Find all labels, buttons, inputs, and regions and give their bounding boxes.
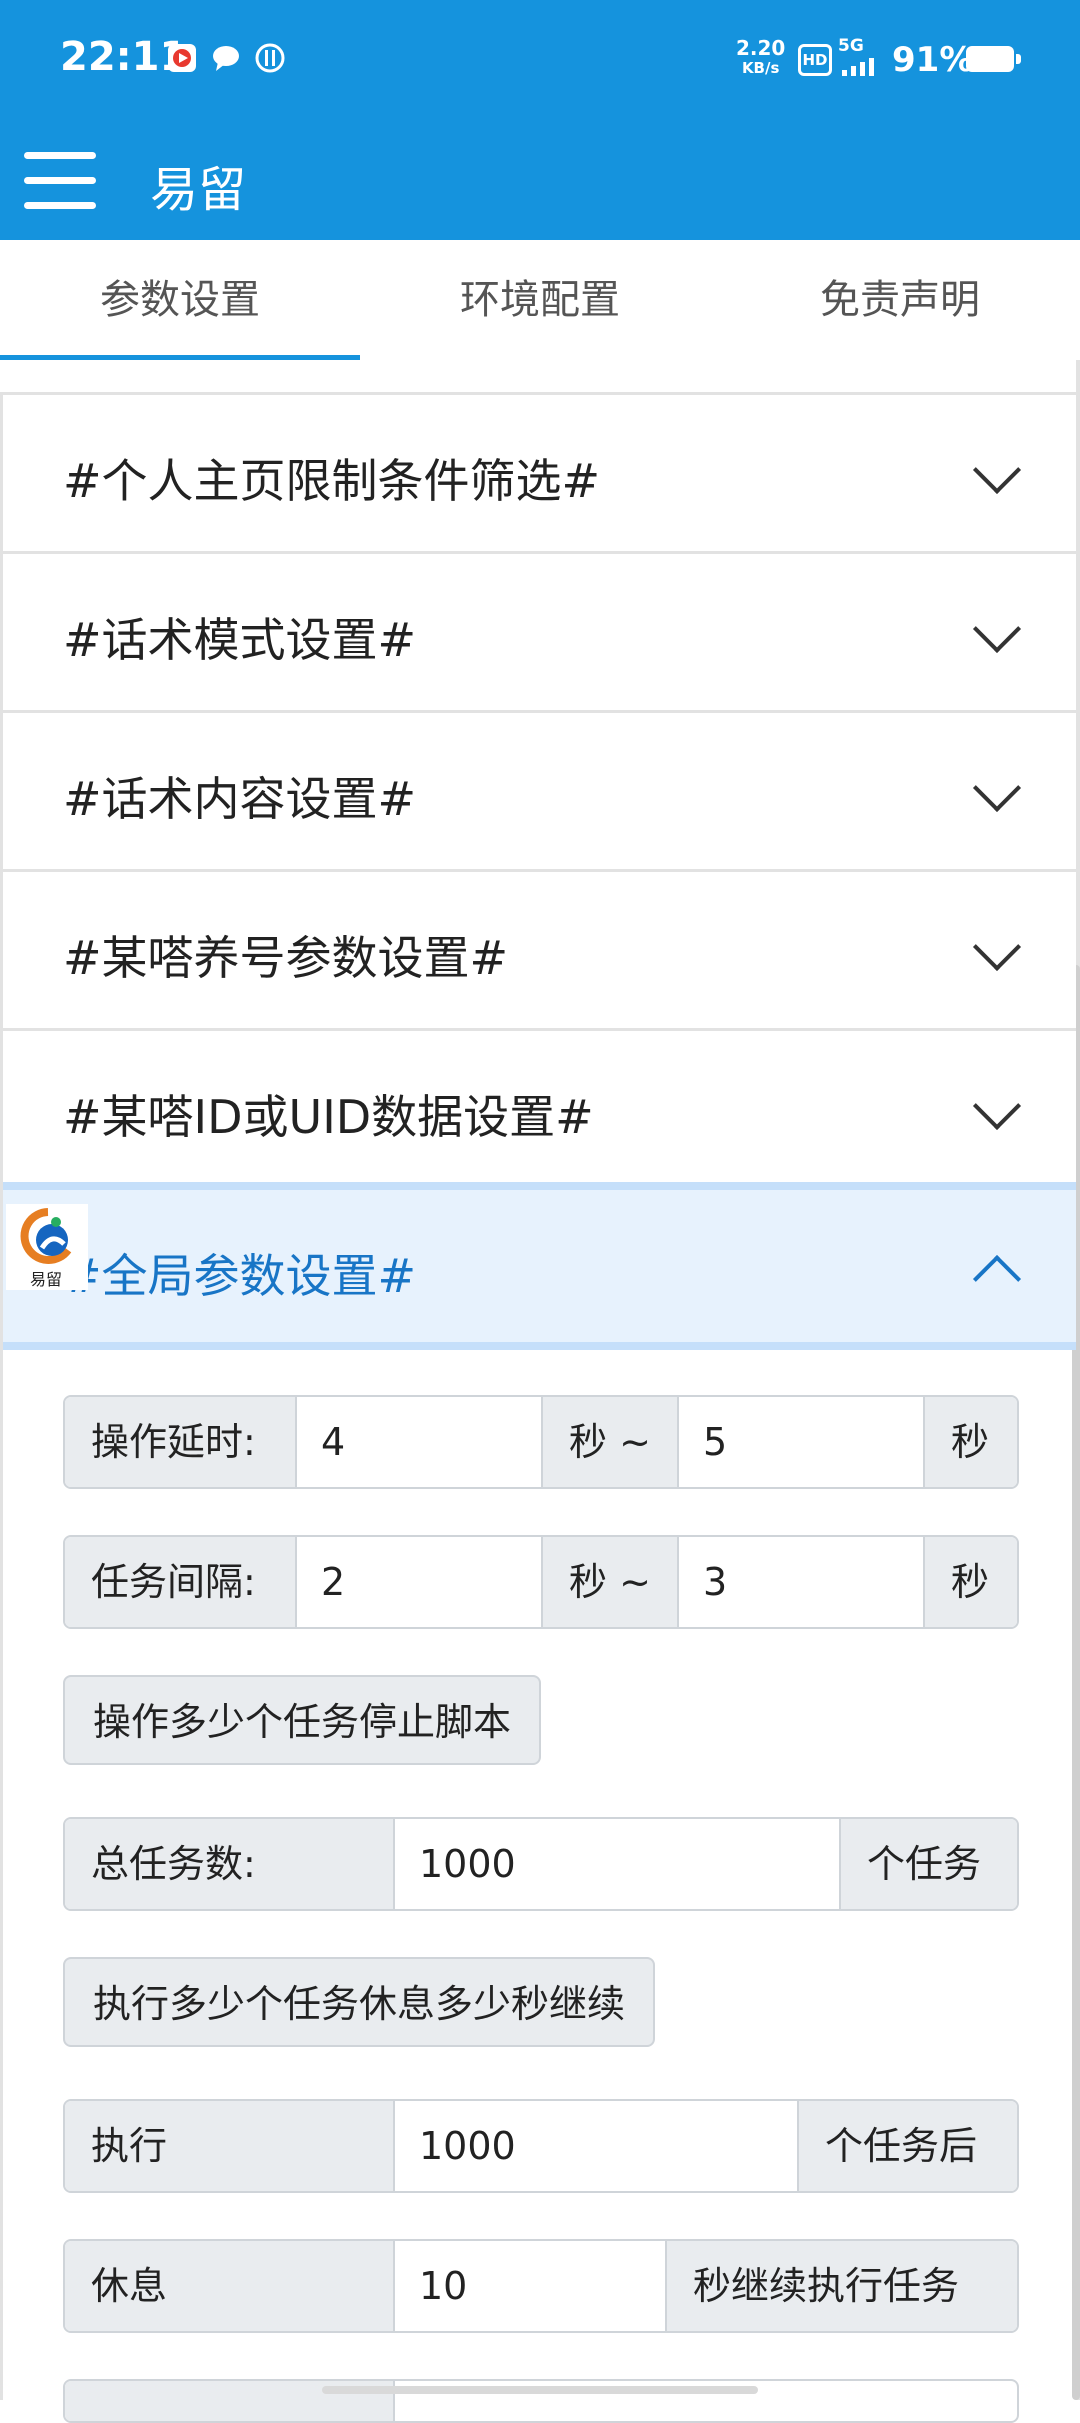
settings-content: #个人主页限制条件筛选# #话术模式设置# #话术内容设置# #某嗒养号参数设置… xyxy=(0,360,1080,2423)
floating-app-logo[interactable]: 易留 xyxy=(6,1204,88,1290)
section-account-nurturing[interactable]: #某嗒养号参数设置# xyxy=(3,872,1076,1031)
chevron-down-icon xyxy=(972,445,1022,495)
section-global-params[interactable]: #全局参数设置# xyxy=(3,1182,1076,1350)
op-delay-label: 操作延时: xyxy=(65,1397,295,1487)
total-tasks-unit: 个任务 xyxy=(841,1819,1017,1909)
battery-level: 91% xyxy=(892,40,974,80)
op-delay-group: 操作延时: 4 秒 ~ 5 秒 xyxy=(63,1395,1019,1489)
section-script-mode[interactable]: #话术模式设置# xyxy=(3,554,1076,713)
chevron-down-icon xyxy=(972,604,1022,654)
rest-label: 休息 xyxy=(65,2241,393,2331)
chevron-down-icon xyxy=(972,922,1022,972)
network-speed: 2.20 KB/s xyxy=(736,36,786,77)
task-interval-separator: 秒 ~ xyxy=(543,1537,677,1627)
task-interval-max-input[interactable]: 3 xyxy=(679,1537,923,1627)
rest-after-tasks-button[interactable]: 执行多少个任务休息多少秒继续 xyxy=(63,1957,656,2047)
battery-tip xyxy=(1016,54,1021,64)
op-delay-unit: 秒 xyxy=(925,1397,1017,1487)
execute-group: 执行 1000 个任务后 xyxy=(63,2099,1019,2193)
hd-icon: HD xyxy=(798,44,832,76)
network-type: 5G xyxy=(838,36,864,56)
vpn-icon xyxy=(255,43,285,73)
chevron-up-icon xyxy=(972,1254,1022,1304)
rest-group: 休息 10 秒继续执行任务 xyxy=(63,2239,1019,2333)
rest-unit: 秒继续执行任务 xyxy=(667,2241,1017,2331)
tab-environment-config[interactable]: 环境配置 xyxy=(360,240,720,360)
video-app-icon xyxy=(168,44,196,72)
tab-bar: 参数设置 环境配置 免责声明 xyxy=(0,240,1080,360)
tab-disclaimer[interactable]: 免责声明 xyxy=(720,240,1080,360)
section-script-content[interactable]: #话术内容设置# xyxy=(3,713,1076,872)
total-tasks-input[interactable]: 1000 xyxy=(395,1819,839,1909)
battery-icon xyxy=(966,46,1014,72)
app-bar: 易留 xyxy=(0,122,1080,240)
total-tasks-group: 总任务数: 1000 个任务 xyxy=(63,1817,1019,1911)
task-interval-min-input[interactable]: 2 xyxy=(297,1537,541,1627)
message-icon xyxy=(213,46,239,71)
task-interval-unit: 秒 xyxy=(925,1537,1017,1627)
app-title: 易留 xyxy=(150,162,247,218)
chevron-down-icon xyxy=(972,763,1022,813)
chevron-down-icon xyxy=(972,1081,1022,1131)
execute-unit: 个任务后 xyxy=(799,2101,1017,2191)
execute-count-input[interactable]: 1000 xyxy=(395,2101,797,2191)
rest-seconds-input[interactable]: 10 xyxy=(395,2241,665,2331)
op-delay-separator: 秒 ~ xyxy=(543,1397,677,1487)
tab-parameter-settings[interactable]: 参数设置 xyxy=(0,240,360,360)
section-id-uid-data[interactable]: #某嗒ID或UID数据设置# xyxy=(3,1031,1076,1190)
task-interval-label: 任务间隔: xyxy=(65,1537,295,1627)
menu-icon[interactable] xyxy=(24,152,96,210)
op-delay-max-input[interactable]: 5 xyxy=(679,1397,923,1487)
execute-label: 执行 xyxy=(65,2101,393,2191)
home-indicator[interactable] xyxy=(322,2386,758,2394)
signal-icon xyxy=(842,58,874,76)
logo-text: 易留 xyxy=(30,1270,63,1289)
op-delay-min-input[interactable]: 4 xyxy=(297,1397,541,1487)
task-interval-group: 任务间隔: 2 秒 ~ 3 秒 xyxy=(63,1535,1019,1629)
stop-after-tasks-button[interactable]: 操作多少个任务停止脚本 xyxy=(63,1675,542,1765)
status-bar: 22:11 2.20 KB/s HD 5G 91% xyxy=(0,0,1080,122)
total-tasks-label: 总任务数: xyxy=(65,1819,393,1909)
app-logo-icon xyxy=(20,1208,72,1264)
section-profile-filter[interactable]: #个人主页限制条件筛选# xyxy=(3,395,1076,554)
